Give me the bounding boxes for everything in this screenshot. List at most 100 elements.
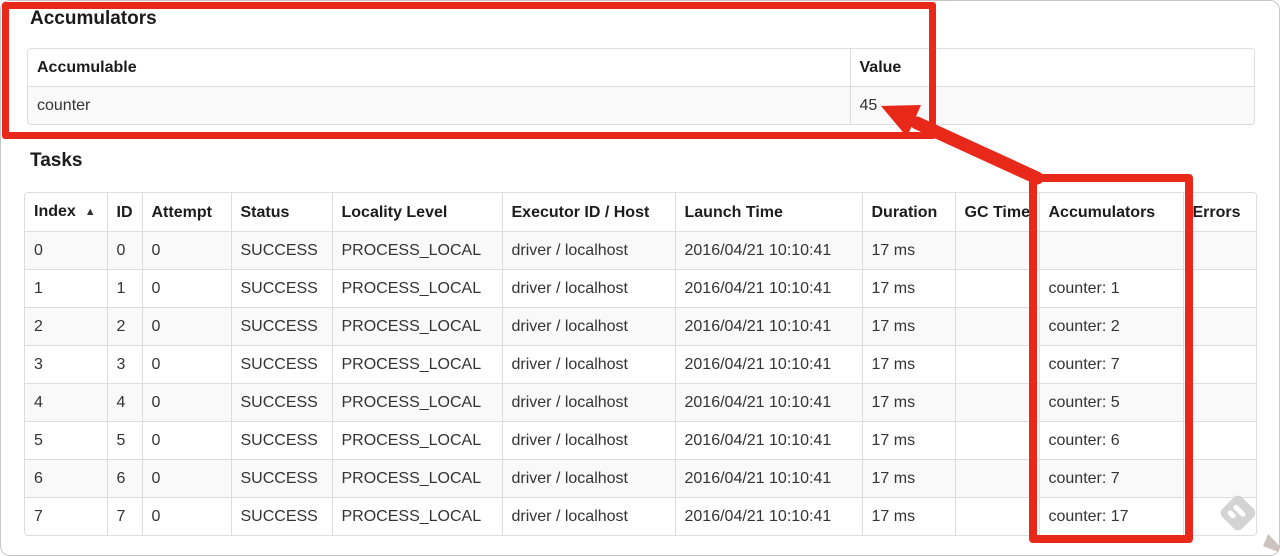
cell: driver / localhost [501,269,675,308]
cell: PROCESS_LOCAL [331,421,502,460]
cell: 0 [106,231,142,270]
cell [1182,307,1256,346]
accumulators-table: Accumulable Value counter 45 [27,48,1255,125]
cell [1182,345,1256,384]
cell: 2016/04/21 10:10:41 [674,497,862,535]
column-header-value: Value [849,49,1254,87]
cell: 0 [141,307,231,346]
cell: SUCCESS [230,497,332,535]
cell: 17 ms [861,421,955,460]
cell: SUCCESS [230,383,332,422]
table-row: 2 2 0 SUCCESS PROCESS_LOCAL driver / localhos… [25,307,1256,346]
cell: 3 [106,345,142,384]
cell: 17 ms [861,459,955,498]
cell: counter: 2 [1038,307,1183,346]
column-header-attempt[interactable]: Attempt [141,193,231,232]
cell: PROCESS_LOCAL [331,231,502,270]
cell: 17 ms [861,269,955,308]
cell: counter: 6 [1038,421,1183,460]
column-header-id[interactable]: ID [106,193,142,232]
cell: SUCCESS [230,459,332,498]
cell: 0 [141,231,231,270]
cell: PROCESS_LOCAL [331,497,502,535]
cell: 0 [141,345,231,384]
cell: 17 ms [861,383,955,422]
column-header-index[interactable]: Index ▲ [25,193,107,232]
cell: 0 [141,383,231,422]
column-header-duration[interactable]: Duration [861,193,955,232]
cell: SUCCESS [230,307,332,346]
cell: driver / localhost [501,345,675,384]
column-header-label: ID [116,203,133,221]
cell: SUCCESS [230,269,332,308]
cell: 6 [25,459,107,498]
cell: counter: 5 [1038,383,1183,422]
cell: counter: 17 [1038,497,1183,535]
cell: 0 [141,421,231,460]
cell: 17 ms [861,231,955,270]
cell [954,459,1039,498]
column-header-label: Attempt [151,203,212,221]
tasks-table-grid: Index ▲ ID Attempt Status Locality Level Execu… [25,193,1256,535]
column-header-label: Errors [1192,203,1241,221]
cell: 0 [141,269,231,308]
cell: 0 [141,459,231,498]
cell: 5 [25,421,107,460]
column-header-errors[interactable]: Errors [1182,193,1256,232]
header-row: Accumulable Value [28,49,1254,87]
accumulators-table-grid: Accumulable Value counter 45 [28,49,1254,124]
cell [954,383,1039,422]
cell: driver / localhost [501,383,675,422]
cell: 1 [106,269,142,308]
cell: 7 [106,497,142,535]
cell [1182,497,1256,535]
cell: 2 [106,307,142,346]
cell: 7 [25,497,107,535]
column-header-locality-level[interactable]: Locality Level [331,193,502,232]
table-row: 0 0 0 SUCCESS PROCESS_LOCAL driver / localhos… [25,231,1256,270]
column-header-label: Accumulable [37,59,137,76]
column-header-executor-id-host[interactable]: Executor ID / Host [501,193,675,232]
column-header-label: Index [34,203,76,220]
tasks-table: Index ▲ ID Attempt Status Locality Level Execu… [24,192,1257,536]
cell: PROCESS_LOCAL [331,459,502,498]
table-row: 4 4 0 SUCCESS PROCESS_LOCAL driver / localhos… [25,383,1256,422]
cell: 2016/04/21 10:10:41 [674,269,862,308]
cell: 4 [25,383,107,422]
cell: 0 [141,497,231,535]
cell [1182,269,1256,308]
tasks-heading: Tasks [30,150,83,171]
cell: driver / localhost [501,231,675,270]
column-header-accumulators[interactable]: Accumulators [1038,193,1183,232]
table-row: 7 7 0 SUCCESS PROCESS_LOCAL driver / localhos… [25,497,1256,535]
column-header-label: Executor ID / Host [511,203,650,221]
cell: 2016/04/21 10:10:41 [674,383,862,422]
cell: counter [28,86,850,124]
cell: SUCCESS [230,421,332,460]
cell: driver / localhost [501,421,675,460]
column-header-label: Value [859,59,902,76]
cell: driver / localhost [501,307,675,346]
column-header-status[interactable]: Status [230,193,332,232]
cell: PROCESS_LOCAL [331,269,502,308]
cell: 6 [106,459,142,498]
cell: driver / localhost [501,497,675,535]
cell: 4 [106,383,142,422]
page-frame: Accumulators Accumulable Value counter 45 … [0,0,1280,556]
cell [954,421,1039,460]
cell: 17 ms [861,497,955,535]
cell [954,497,1039,535]
cell: 3 [25,345,107,384]
table-row: 5 5 0 SUCCESS PROCESS_LOCAL driver / localhos… [25,421,1256,460]
cell: SUCCESS [230,345,332,384]
column-header-label: Locality Level [341,203,448,221]
cell: 2016/04/21 10:10:41 [674,459,862,498]
cell: 17 ms [861,345,955,384]
table-row: 6 6 0 SUCCESS PROCESS_LOCAL driver / localhos… [25,459,1256,498]
column-header-launch-time[interactable]: Launch Time [674,193,862,232]
accumulators-heading: Accumulators [30,8,157,29]
cell: PROCESS_LOCAL [331,307,502,346]
cell: 5 [106,421,142,460]
header-row: Index ▲ ID Attempt Status Locality Level Execu… [25,193,1256,232]
column-header-gc-time[interactable]: GC Time [954,193,1039,232]
